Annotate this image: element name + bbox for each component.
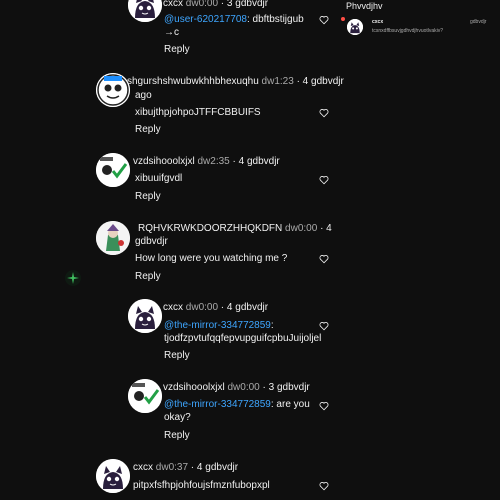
avatar-cat-icon [96,459,130,493]
comment-timestamp[interactable]: dw0:00 [186,302,218,313]
comment-timestamp[interactable]: dw0:00 [285,223,317,234]
avatar-cat-icon [128,0,162,22]
notification-text[interactable]: tcsnxdffbsuvjgdhvdjhvuotlvakiv? [372,28,443,34]
notification-avatar[interactable] [347,19,363,35]
side-panel-title[interactable]: Phvvdjhv [346,1,383,11]
heart-icon [319,402,329,411]
mention-link[interactable]: @the-mirror-334772859 [164,399,271,410]
avatar-ghost-icon [96,73,130,107]
comment-author[interactable]: vzdsihooolxjxl [163,382,225,393]
comment-body: : [270,320,274,331]
comment-timestamp[interactable]: dw2:35 [197,156,229,167]
comment-text: @user-620217708: dbftbstijgub →c [164,13,314,39]
comment-text: @the-mirror-334772859: [164,319,314,332]
reply-button[interactable]: Reply [135,191,161,202]
reply-button[interactable]: Reply [164,430,190,441]
like-button[interactable] [319,254,329,264]
comment-author[interactable]: cxcx [163,0,183,9]
avatar-character-icon [96,221,130,255]
avatar-cat-icon [347,19,363,35]
mention-link[interactable]: @the-mirror-334772859 [164,320,271,331]
heart-icon [319,176,329,185]
comment-header: vzdsihooolxjxl dw0:00 · 3 gdbvdjr [163,381,310,394]
heart-icon [319,482,329,491]
comment-meta: · 4 gdbvdjr [218,302,269,313]
reply-button[interactable]: Reply [135,124,161,135]
avatar[interactable] [96,459,130,493]
comment-header: cxcx dw0:37 · 4 gdbvdjr [133,461,238,474]
reply-button[interactable]: Reply [135,271,161,282]
comment-author[interactable]: cxcx [163,302,183,313]
comment-meta: · 4 [317,223,332,234]
unread-dot [341,17,345,21]
avatar[interactable] [128,379,162,413]
comment-text-continued: tjodfzpvtufqqfepvupguifcpbuJuijoljel [164,333,322,344]
avatar[interactable] [128,299,162,333]
comment-header: vzdsihooolxjxl dw2:35 · 4 gdbvdjr [133,155,280,168]
comment-text-continued: okay? [164,412,191,423]
comment-text: How long were you watching me ? [135,253,288,264]
avatar[interactable] [96,153,130,187]
avatar[interactable] [128,0,162,22]
heart-icon [319,255,329,264]
comment-meta-ago: ago [135,90,152,101]
comment-meta: · 3 gdbvdjr [218,0,269,9]
reply-button[interactable]: Reply [164,44,190,55]
reply-button[interactable]: Reply [164,350,190,361]
heart-icon [319,16,329,25]
avatar[interactable] [96,73,130,107]
comment-text: xibujthpjohpoJTFFCBBUIFS [135,107,261,118]
comment-author[interactable]: shgurshshwubwkhhbhexuqhu [127,76,259,87]
comment-timestamp[interactable]: dw0:37 [156,462,188,473]
comment-thread: cxcx dw0:00 · 3 gdbvdjr @user-620217708:… [0,0,344,500]
comment-text: xibuuifgvdl [135,173,183,184]
comment-header: cxcx dw0:00 · 3 gdbvdjr [163,0,268,10]
avatar-checkmark-icon [96,153,130,187]
sparkle-icon [64,269,82,287]
like-button[interactable] [319,108,329,118]
heart-icon [319,109,329,118]
avatar-checkmark-icon [128,379,162,413]
comment-header: cxcx dw0:00 · 4 gdbvdjr [163,301,268,314]
comment-text: pitpxfsfhpjohfoujsfmznfubopxpl [133,480,270,491]
comment-timestamp[interactable]: dw1:23 [262,76,294,87]
comment-meta: · 4 gdbvdjr [188,462,239,473]
comment-meta: · 3 gdbvdjr [259,382,310,393]
comment-author[interactable]: cxcx [133,462,153,473]
comment-author[interactable]: RQHVKRWKDOORZHHQKDFN [138,223,282,234]
comment-author[interactable]: vzdsihooolxjxl [133,156,195,167]
avatar[interactable] [96,221,130,255]
avatar-cat-icon [128,299,162,333]
notification-author[interactable]: cxcx [372,19,383,25]
like-button[interactable] [319,321,329,331]
comment-header: shgurshshwubwkhhbhexuqhu dw1:23 · 4 gdbv… [127,75,344,88]
comment-text: @the-mirror-334772859: are you [164,398,314,411]
like-button[interactable] [319,175,329,185]
comment-timestamp[interactable]: dw0:00 [186,0,218,9]
comment-timestamp[interactable]: dw0:00 [227,382,259,393]
comment-meta: · 4 gdbvdjr [293,76,344,87]
comment-meta-ago: gdbvdjr [135,236,168,247]
comment-meta: · 4 gdbvdjr [229,156,280,167]
comment-body: : are you [270,399,310,410]
notification-time: gdbvdjr [470,19,487,25]
like-button[interactable] [319,481,329,491]
heart-icon [319,322,329,331]
mention-link[interactable]: @user-620217708 [164,14,247,25]
like-button[interactable] [319,401,329,411]
comment-header: RQHVKRWKDOORZHHQKDFN dw0:00 · 4 [138,222,332,235]
like-button[interactable] [319,15,329,25]
